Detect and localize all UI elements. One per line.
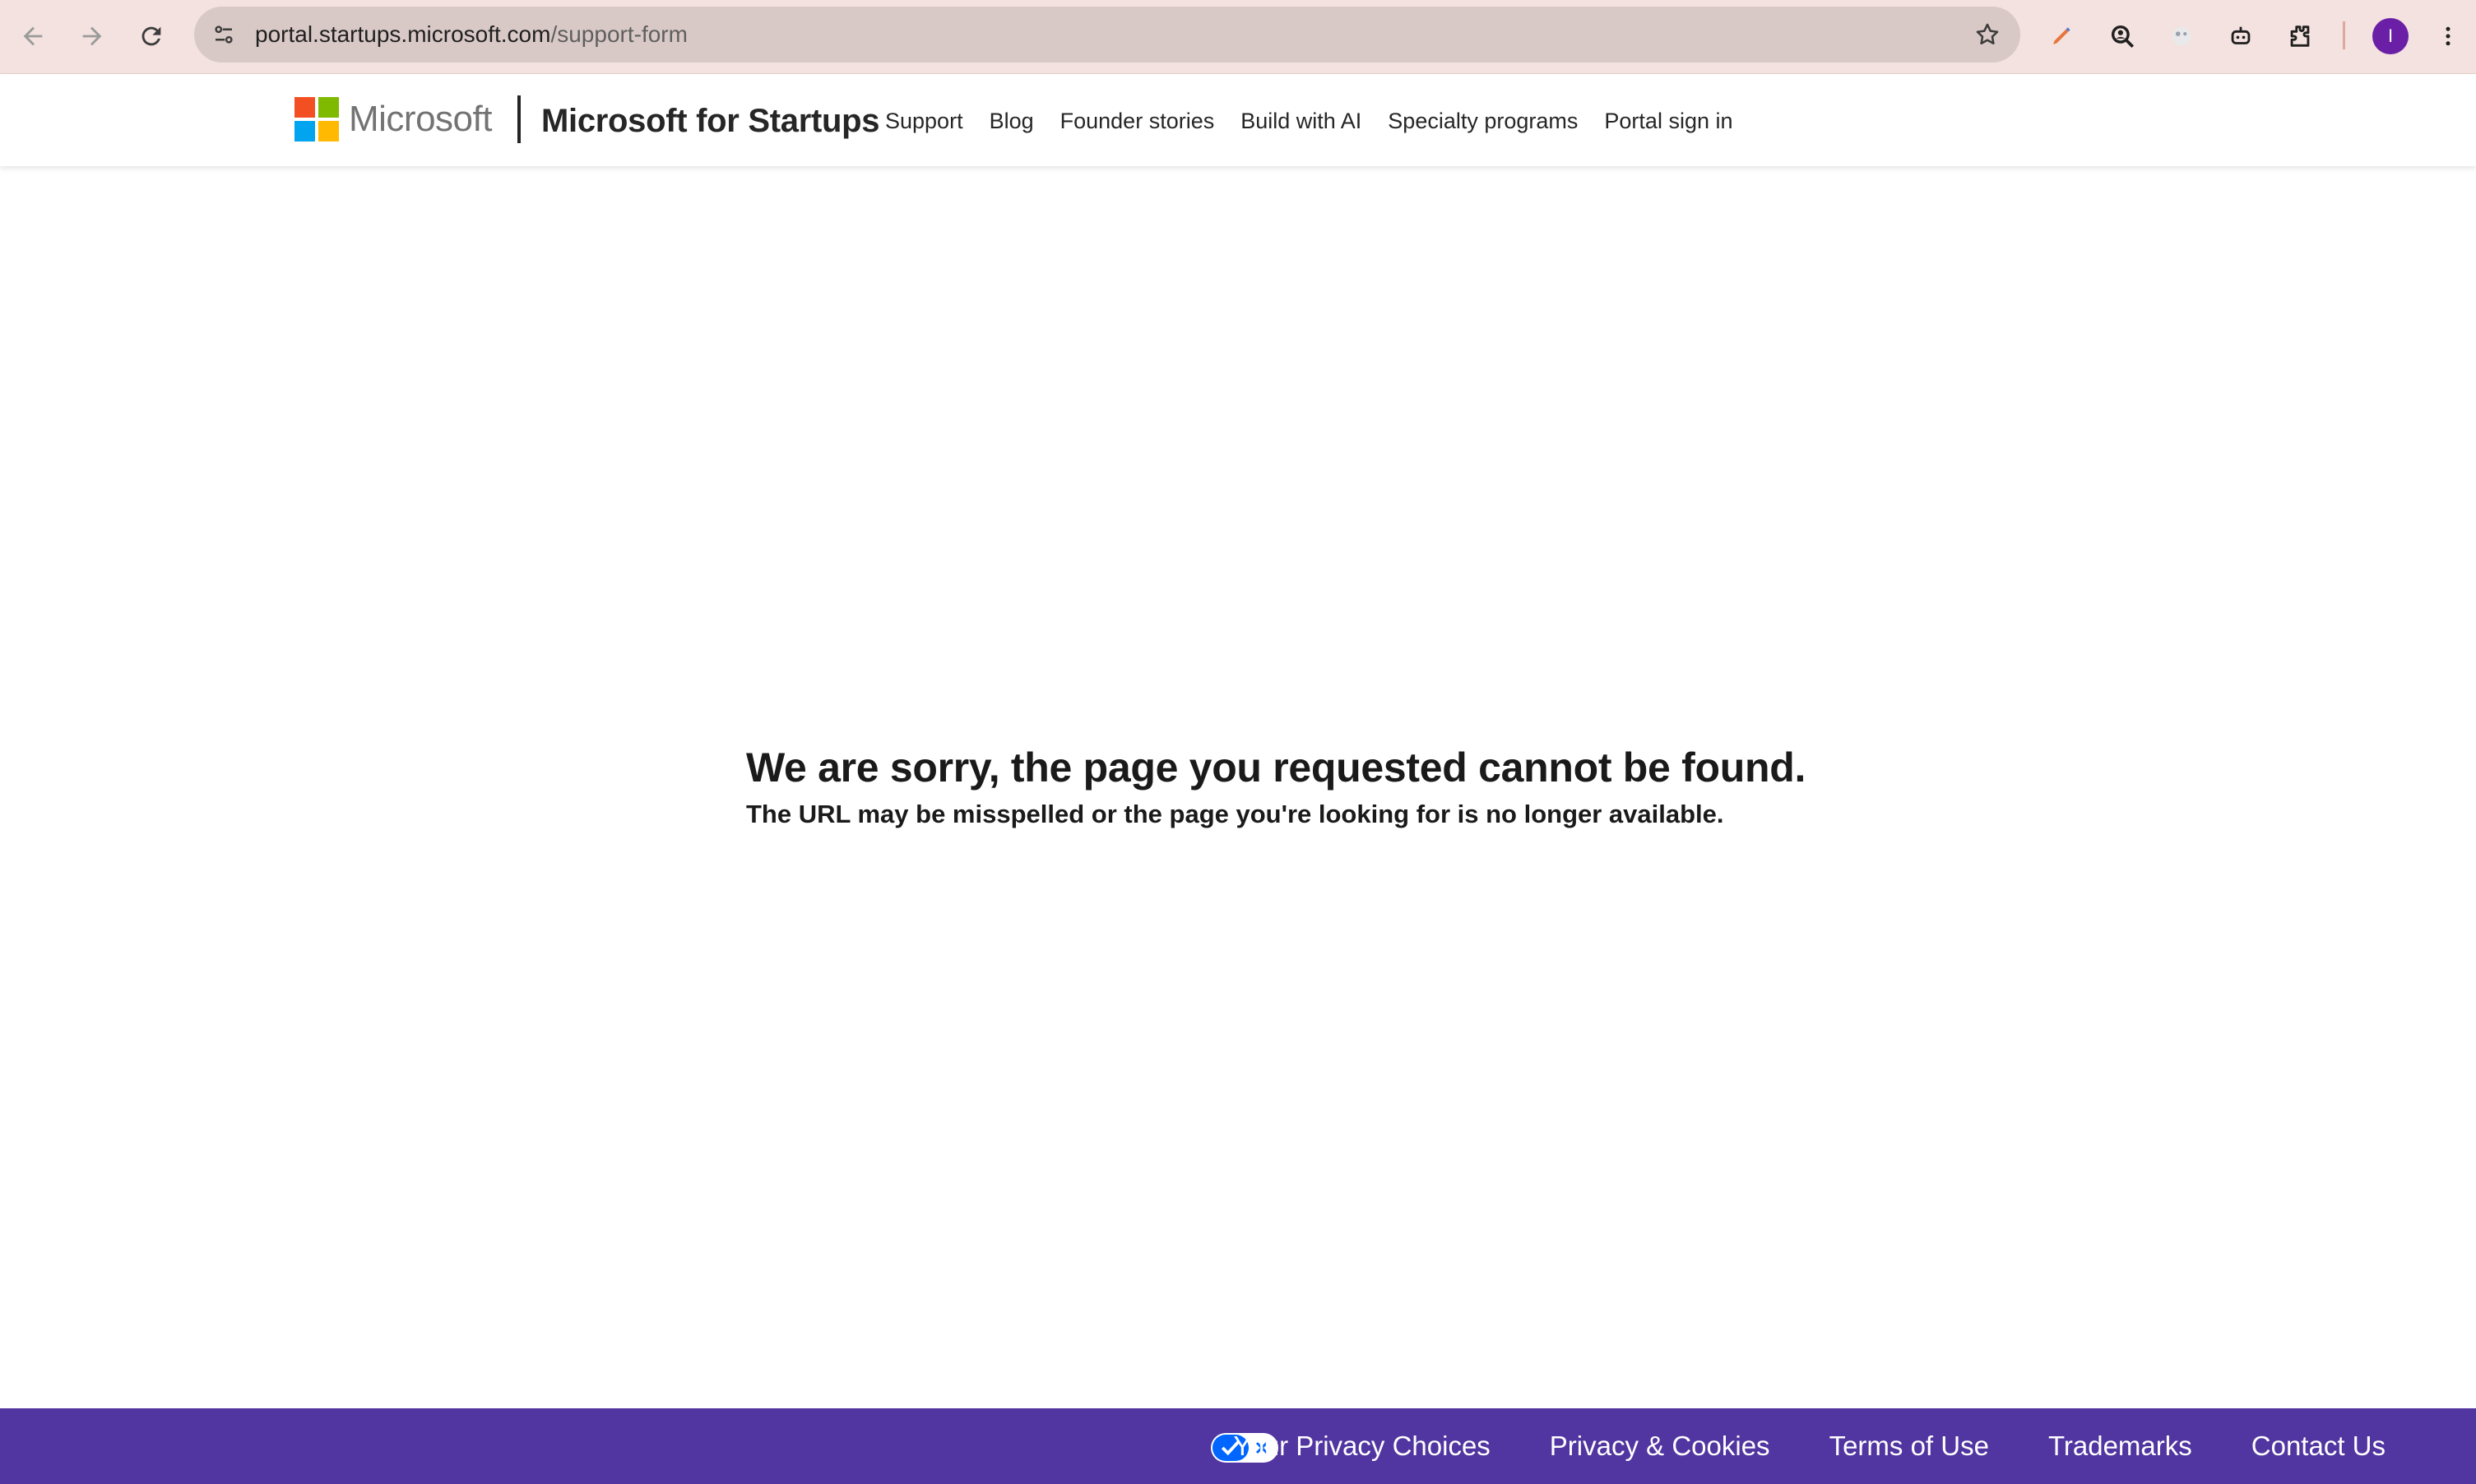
nav-specialty-programs[interactable]: Specialty programs (1388, 109, 1578, 134)
nav-build-with-ai[interactable]: Build with AI (1240, 109, 1361, 134)
robot-extension-icon (2231, 26, 2251, 44)
extensions-button[interactable] (2280, 16, 2320, 56)
more-menu-icon (2446, 26, 2450, 46)
site-header: Microsoft Microsoft for Startups Support… (0, 74, 2476, 166)
nav-founder-stories[interactable]: Founder stories (1060, 109, 1215, 134)
forward-button[interactable] (72, 16, 112, 56)
product-name[interactable]: Microsoft for Startups (541, 99, 880, 143)
bookmark-button[interactable] (1971, 18, 2004, 51)
brand-divider (517, 95, 521, 143)
browser-toolbar: portal.startups.microsoft.com/support-fo… (0, 0, 2476, 74)
zoom-lens-extension-icon (2111, 25, 2135, 49)
nav-portal-sign-in[interactable]: Portal sign in (1604, 109, 1732, 134)
site-settings-button[interactable] (204, 15, 243, 54)
reload-icon (141, 26, 161, 46)
zoom-lens-extension-button[interactable] (2103, 16, 2142, 56)
star-icon (1976, 23, 1999, 45)
eye-extension-icon (2172, 26, 2191, 46)
toolbar-divider (2343, 21, 2345, 49)
browser-menu-button[interactable] (2430, 16, 2466, 56)
pen-extension-button[interactable] (2042, 16, 2081, 56)
footer-link-contact-us[interactable]: Contact Us (2251, 1431, 2386, 1462)
footer-link-terms-of-use[interactable]: Terms of Use (1829, 1431, 1989, 1462)
footer-link-trademarks[interactable]: Trademarks (2048, 1431, 2192, 1462)
footer-links: Your Privacy Choices Privacy & Cookies T… (1233, 1408, 2386, 1484)
back-icon (23, 26, 43, 46)
microsoft-wordmark[interactable]: Microsoft (349, 97, 492, 141)
site-footer: Your Privacy Choices Privacy & Cookies T… (0, 1408, 2476, 1484)
top-nav: Support Blog Founder stories Build with … (885, 99, 1733, 143)
robot-extension-button[interactable] (2221, 16, 2260, 56)
footer-link-privacy-cookies[interactable]: Privacy & Cookies (1550, 1431, 1770, 1462)
url-text[interactable]: portal.startups.microsoft.com/support-fo… (255, 7, 688, 63)
address-bar[interactable]: portal.startups.microsoft.com/support-fo… (194, 7, 2020, 63)
error-subtitle: The URL may be misspelled or the page yo… (746, 800, 1724, 828)
footer-link-privacy-choices[interactable]: Your Privacy Choices (1233, 1431, 1490, 1462)
microsoft-logo-icon[interactable] (294, 97, 339, 141)
eye-extension-button[interactable] (2162, 16, 2201, 56)
puzzle-extensions-icon (2290, 26, 2310, 47)
pen-extension-icon (2053, 27, 2070, 44)
url-host: portal.startups.microsoft.com (255, 21, 551, 47)
profile-avatar[interactable]: I (2372, 18, 2409, 54)
site-settings-icon (215, 26, 233, 44)
nav-blog[interactable]: Blog (990, 109, 1034, 134)
nav-support[interactable]: Support (885, 109, 963, 134)
error-title: We are sorry, the page you requested can… (746, 744, 1806, 791)
forward-icon (82, 26, 102, 46)
url-path: /support-form (550, 21, 688, 47)
reload-button[interactable] (132, 16, 171, 56)
back-button[interactable] (13, 16, 53, 56)
